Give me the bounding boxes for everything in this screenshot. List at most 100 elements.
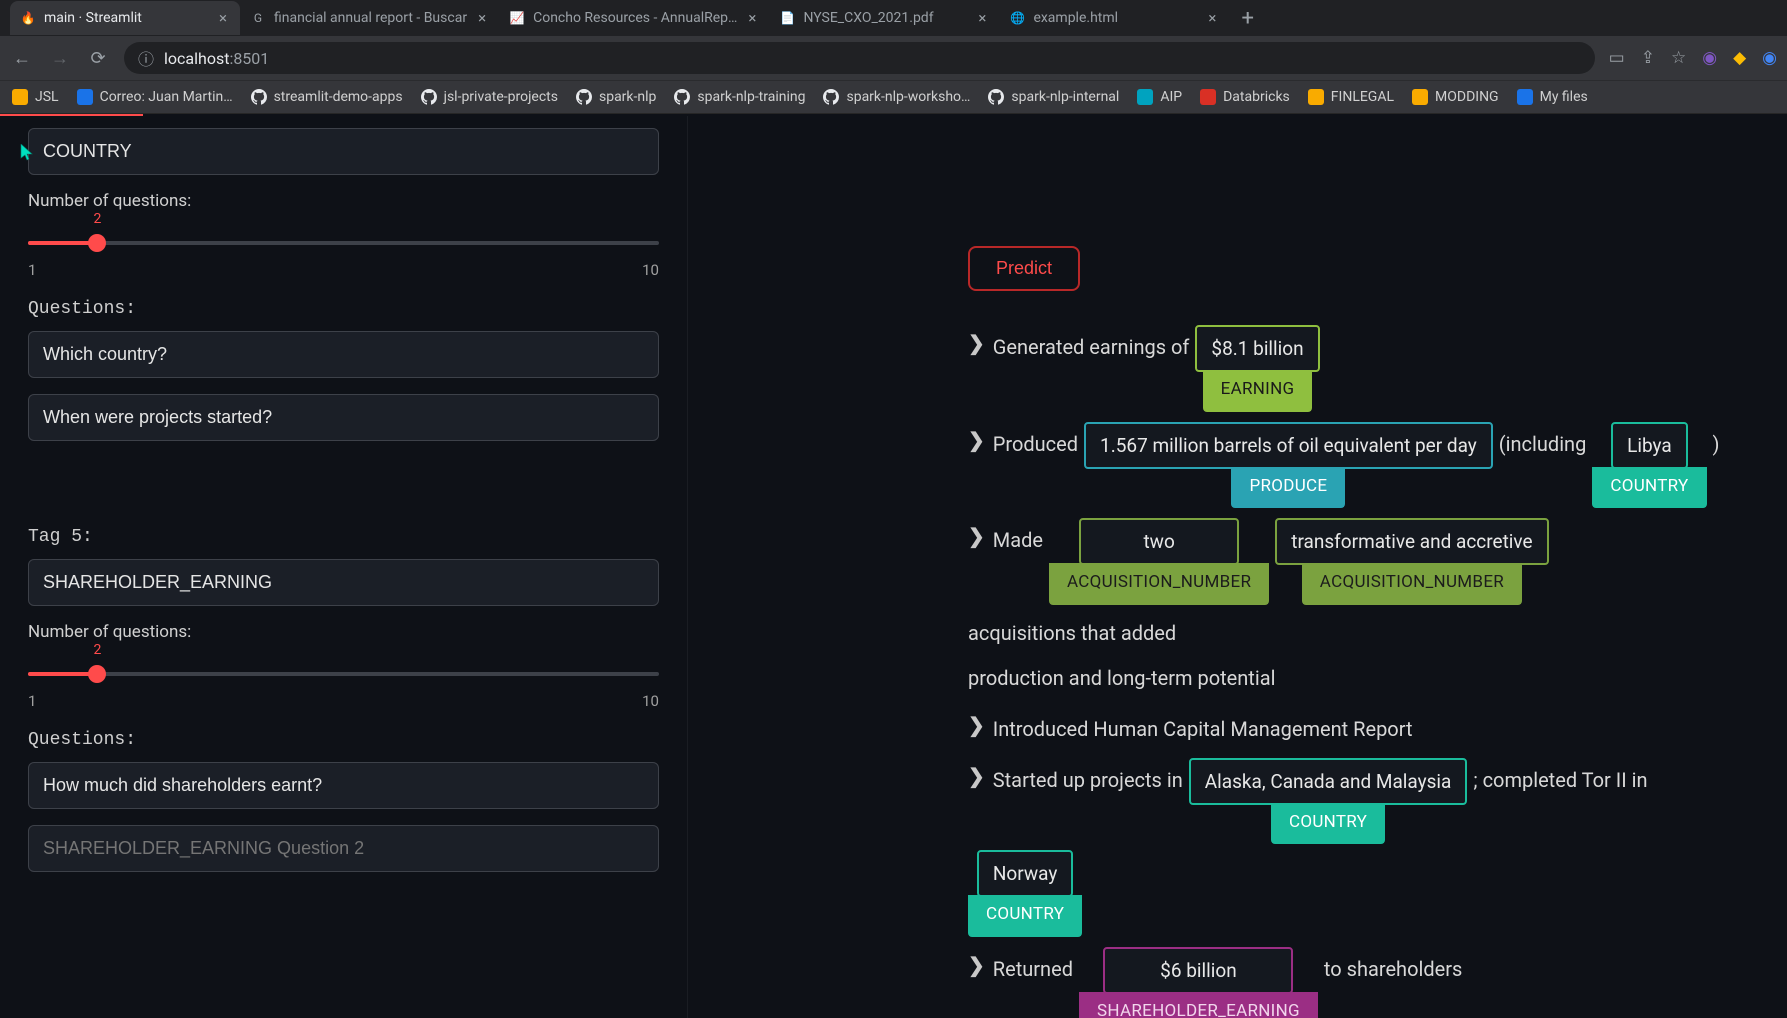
slider-max: 10: [642, 261, 659, 279]
bookmark-modding[interactable]: MODDING: [1412, 89, 1499, 105]
share-icon[interactable]: ⇪: [1641, 48, 1655, 68]
entity-text: Libya: [1611, 422, 1688, 469]
mail-icon: [77, 89, 93, 105]
close-icon[interactable]: ×: [975, 9, 989, 27]
url-host: localhost: [164, 49, 229, 68]
entity-text: $6 billion: [1103, 947, 1293, 994]
bookmark-label: FINLEGAL: [1331, 89, 1394, 105]
slider-thumb[interactable]: [88, 665, 106, 683]
num-questions-slider[interactable]: 2 1 10: [28, 229, 659, 279]
bookmark-spark-nlp[interactable]: spark-nlp: [576, 89, 656, 105]
bookmark-myfiles[interactable]: My files: [1517, 89, 1588, 105]
reload-button[interactable]: ⟳: [86, 48, 110, 69]
result-line-3: ❯ Made two ACQUISITION_NUMBER transforma…: [968, 518, 1747, 652]
extension-icon[interactable]: ◉: [1702, 48, 1717, 68]
favicon-google-icon: G: [250, 10, 266, 26]
bookmark-label: streamlit-demo-apps: [274, 89, 403, 105]
tab-concho[interactable]: 📈 Concho Resources - AnnualRep… ×: [499, 1, 769, 35]
new-tab-button[interactable]: +: [1229, 6, 1265, 31]
github-icon: [576, 89, 592, 105]
question-2-input-2[interactable]: [28, 825, 659, 872]
bookmarks-bar: JSL Correo: Juan Martin… streamlit-demo-…: [0, 80, 1787, 114]
entity-country: Norway COUNTRY: [968, 850, 1082, 937]
bookmark-spark-nlp-training[interactable]: spark-nlp-training: [674, 89, 805, 105]
github-icon: [421, 89, 437, 105]
back-button[interactable]: ←: [10, 48, 34, 69]
extension-icon[interactable]: ◉: [1762, 48, 1777, 68]
question-1-input[interactable]: [28, 331, 659, 378]
star-icon[interactable]: ☆: [1671, 48, 1686, 68]
tab-example[interactable]: 🌐 example.html ×: [999, 1, 1229, 35]
text-token: production and long-term potential: [968, 656, 1275, 697]
result-line-4: ❯ Introduced Human Capital Management Re…: [968, 707, 1747, 748]
url-input[interactable]: ⓘ localhost:8501: [124, 42, 1595, 74]
slider-value: 2: [93, 642, 101, 658]
question-1-input-2[interactable]: [28, 762, 659, 809]
entity-label: COUNTRY: [1592, 467, 1706, 508]
bookmark-jsl[interactable]: JSL: [12, 89, 59, 105]
text-token: Returned: [993, 947, 1073, 988]
video-icon[interactable]: ▭: [1609, 48, 1625, 68]
bookmark-finlegal[interactable]: FINLEGAL: [1308, 89, 1394, 105]
tag-input-shareholder[interactable]: [28, 559, 659, 606]
question-2-input[interactable]: [28, 394, 659, 441]
entity-shareholder-earning: $6 billion SHAREHOLDER_EARNING: [1079, 947, 1318, 1018]
bookmark-label: spark-nlp: [599, 89, 656, 105]
num-questions-slider-2[interactable]: 2 1 10: [28, 660, 659, 710]
entity-produce: 1.567 million barrels of oil equivalent …: [1084, 422, 1493, 509]
tab-search[interactable]: G financial annual report - Buscar ×: [240, 1, 499, 35]
bookmark-databricks[interactable]: Databricks: [1200, 89, 1290, 105]
tab-title: financial annual report - Buscar: [274, 10, 467, 26]
num-questions-label-2: Number of questions:: [28, 622, 659, 642]
close-icon[interactable]: ×: [1205, 9, 1219, 27]
extension-icon[interactable]: ◆: [1733, 48, 1746, 68]
slider-value: 2: [93, 211, 101, 227]
result-line-3-cont: production and long-term potential: [968, 656, 1747, 697]
entity-country: Libya COUNTRY: [1592, 422, 1706, 509]
slider-min: 1: [28, 261, 36, 279]
bullet-icon: ❯: [968, 518, 985, 555]
github-icon: [988, 89, 1004, 105]
forward-button[interactable]: →: [48, 48, 72, 69]
entity-acq-number: transformative and accretive ACQUISITION…: [1275, 518, 1548, 605]
cloud-icon: [1517, 89, 1533, 105]
close-icon[interactable]: ×: [745, 9, 759, 27]
close-icon[interactable]: ×: [216, 9, 230, 27]
bookmark-spark-nlp-internal[interactable]: spark-nlp-internal: [988, 89, 1119, 105]
bookmark-label: spark-nlp-internal: [1011, 89, 1119, 105]
questions-label: Questions:: [28, 299, 659, 319]
bookmark-correo[interactable]: Correo: Juan Martin…: [77, 89, 233, 105]
entity-text: Alaska, Canada and Malaysia: [1189, 758, 1468, 805]
text-token: ): [1713, 422, 1720, 463]
github-icon: [674, 89, 690, 105]
main-panel: Predict ❯ Generated earnings of $8.1 bil…: [688, 116, 1787, 1018]
bullet-icon: ❯: [968, 422, 985, 459]
text-token: to shareholders: [1324, 947, 1462, 988]
close-icon[interactable]: ×: [475, 9, 489, 27]
entity-text: transformative and accretive: [1275, 518, 1548, 565]
entity-label: COUNTRY: [968, 895, 1082, 936]
bookmark-label: AIP: [1160, 89, 1182, 105]
bookmark-streamlit-demo[interactable]: streamlit-demo-apps: [251, 89, 403, 105]
slider-thumb[interactable]: [88, 234, 106, 252]
text-token: Produced: [993, 422, 1078, 463]
site-info-icon[interactable]: ⓘ: [138, 46, 154, 70]
tab-pdf[interactable]: 📄 NYSE_CXO_2021.pdf ×: [769, 1, 999, 35]
tag-input-country[interactable]: [28, 128, 659, 175]
text-token: Introduced Human Capital Management Repo…: [993, 707, 1413, 748]
folder-icon: [1412, 89, 1428, 105]
tab-streamlit[interactable]: 🔥 main · Streamlit ×: [10, 1, 240, 35]
entity-label: PRODUCE: [1231, 467, 1345, 508]
favicon-streamlit-icon: 🔥: [20, 10, 36, 26]
bookmark-spark-nlp-workshop[interactable]: spark-nlp-worksho…: [823, 89, 970, 105]
bookmark-label: JSL: [35, 89, 59, 105]
entity-country: Alaska, Canada and Malaysia COUNTRY: [1189, 758, 1468, 845]
bullet-icon: ❯: [968, 947, 985, 984]
text-token: Generated earnings of: [993, 325, 1190, 366]
num-questions-label: Number of questions:: [28, 191, 659, 211]
bookmark-jsl-private[interactable]: jsl-private-projects: [421, 89, 558, 105]
bookmark-label: Databricks: [1223, 89, 1290, 105]
predict-button[interactable]: Predict: [968, 246, 1080, 291]
bookmark-aip[interactable]: AIP: [1137, 89, 1182, 105]
entity-label: ACQUISITION_NUMBER: [1049, 563, 1269, 604]
